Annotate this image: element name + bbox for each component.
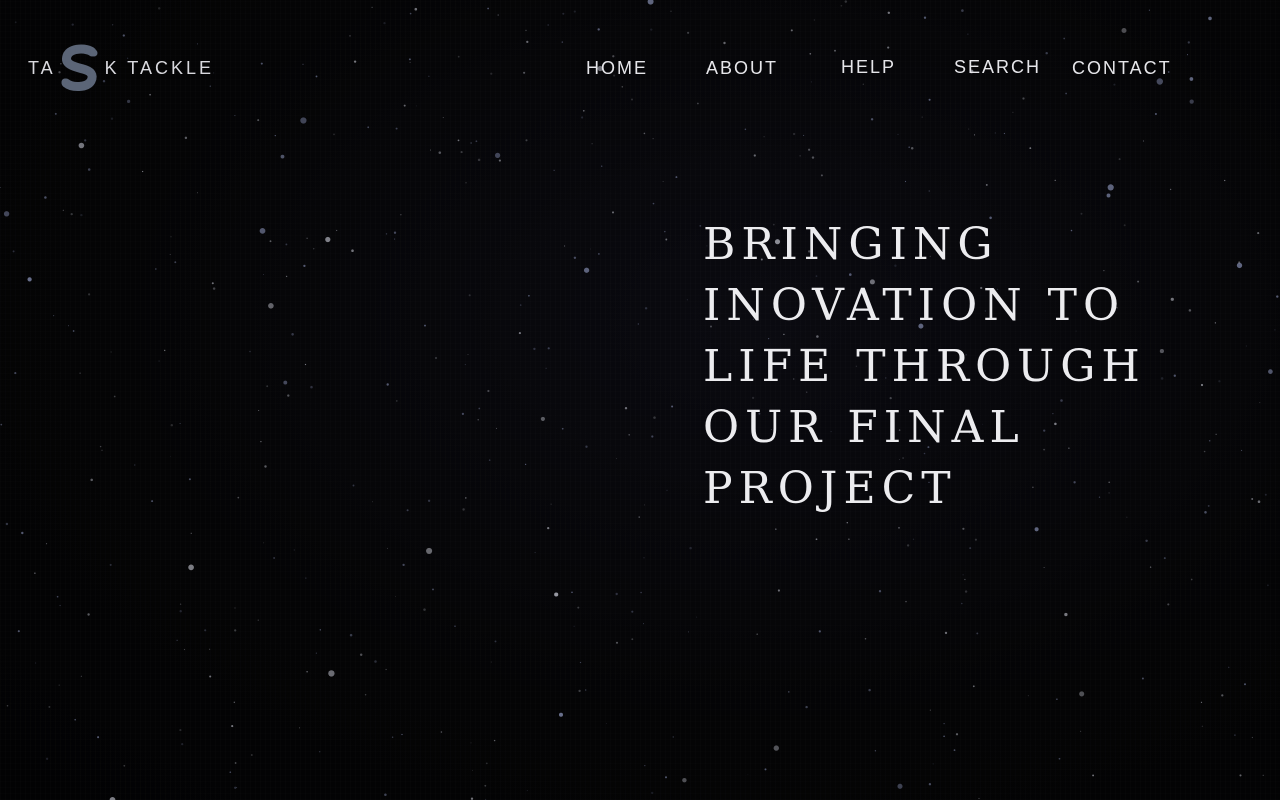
hero-headline-line: BRINGING <box>703 219 999 270</box>
hero-headline: BRINGING INOVATION TO LIFE THROUGH OUR F… <box>703 214 1243 519</box>
nav-link-search[interactable]: SEARCH <box>954 57 1041 78</box>
nav-link-contact[interactable]: CONTACT <box>1072 58 1172 79</box>
hero-headline-line: INOVATION TO <box>703 280 1126 331</box>
hero-headline-line: PROJECT <box>703 463 957 514</box>
main-navigation: HOME ABOUT HELP SEARCH CONTACT <box>0 57 1280 81</box>
hero-section: BRINGING INOVATION TO LIFE THROUGH OUR F… <box>703 214 1243 519</box>
nav-link-about[interactable]: ABOUT <box>706 58 778 79</box>
hero-headline-line: LIFE THROUGH <box>703 341 1146 392</box>
nav-link-home[interactable]: HOME <box>586 58 648 79</box>
landing-page: TA K TACKLE HOME ABOUT HELP SEARCH CONTA… <box>0 0 1280 800</box>
nav-link-help[interactable]: HELP <box>841 57 896 78</box>
hero-headline-line: OUR FINAL <box>703 402 1025 453</box>
